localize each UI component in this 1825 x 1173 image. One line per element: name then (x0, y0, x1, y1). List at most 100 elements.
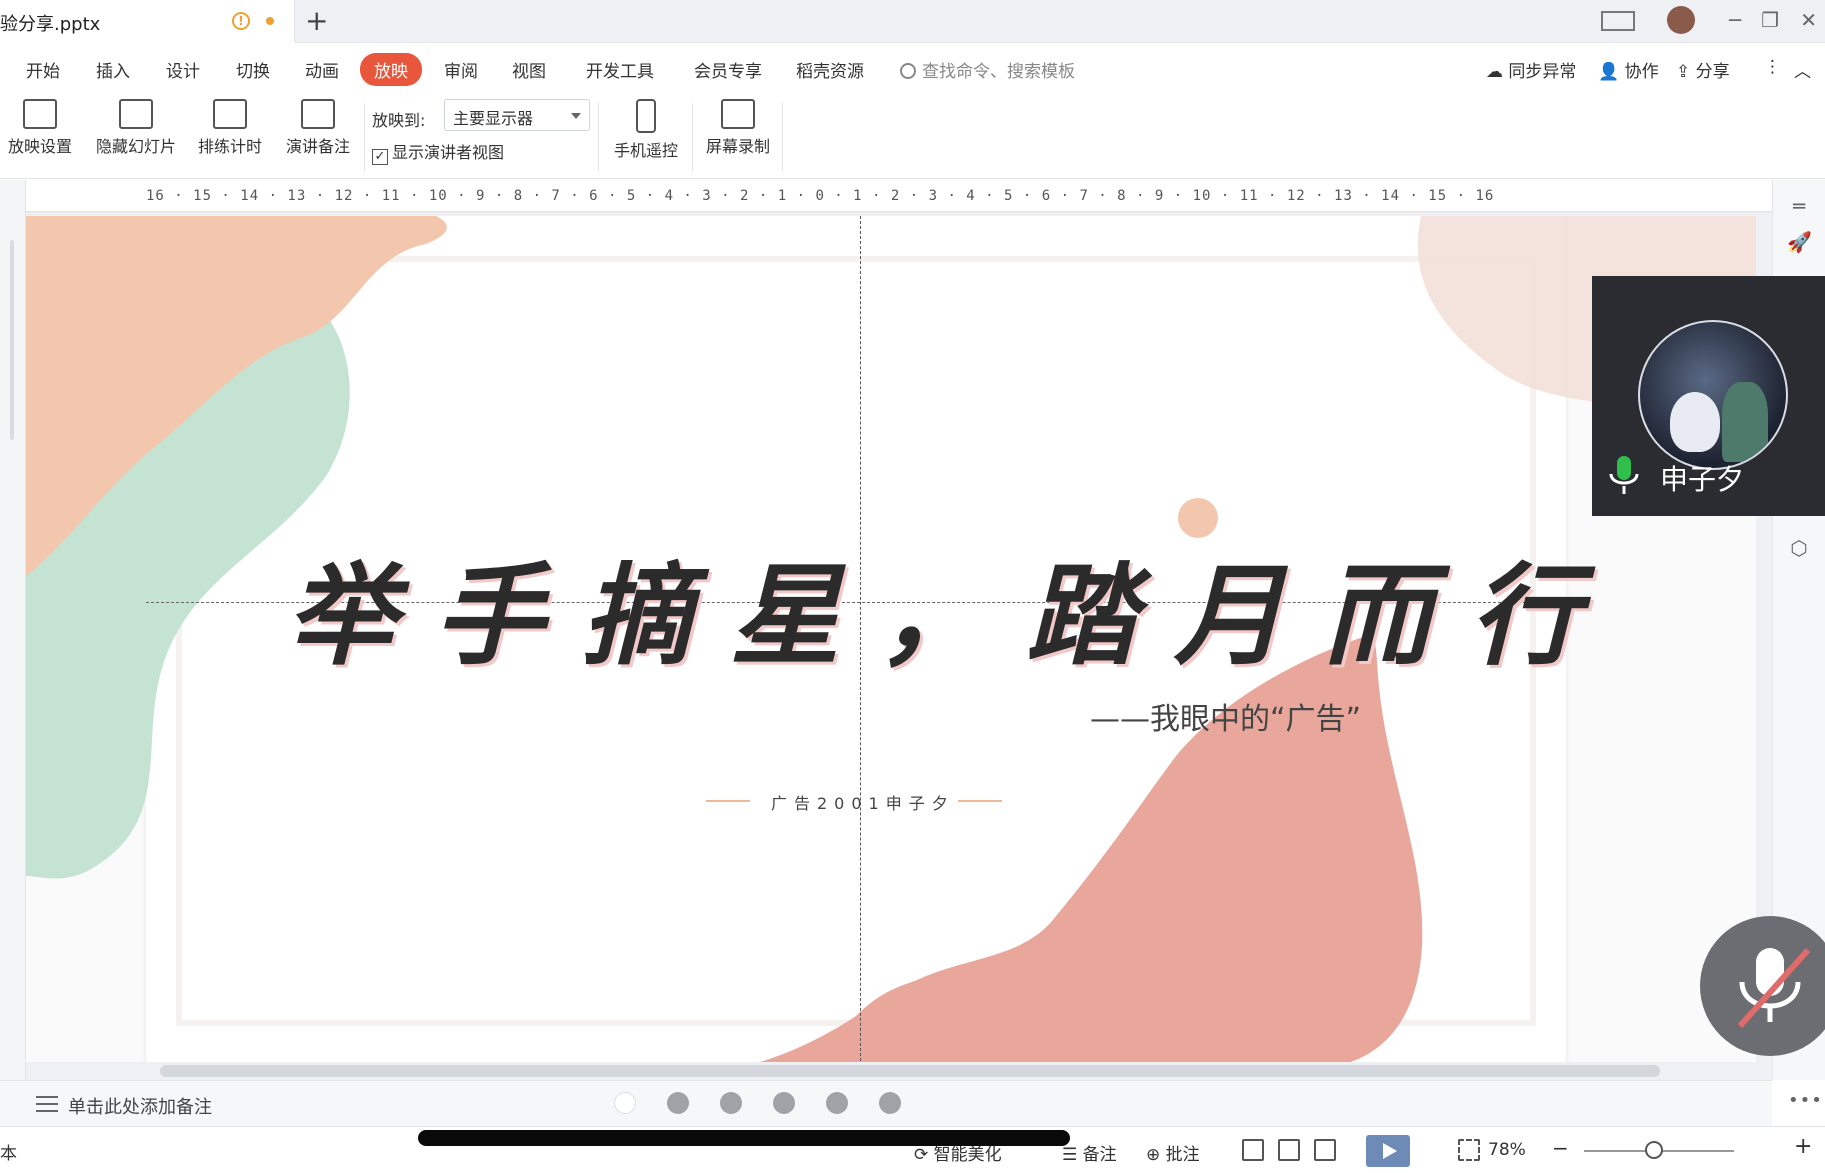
fit-window-icon[interactable] (1458, 1139, 1480, 1161)
horizontal-ruler: 16 · 15 · 14 · 13 · 12 · 11 · 10 · 9 · 8… (26, 180, 1772, 212)
page-dot-3[interactable] (720, 1092, 742, 1114)
phone-remote-button[interactable]: 手机遥控 (608, 99, 684, 161)
menu-review[interactable]: 审阅 (444, 57, 478, 82)
status-left-text: 本 (0, 1144, 17, 1164)
checkbox-checked-icon: ✓ (372, 149, 388, 165)
editing-canvas: 16 · 15 · 14 · 13 · 12 · 11 · 10 · 9 · 8… (0, 180, 1772, 1080)
layout-icon[interactable] (1601, 11, 1635, 31)
zoom-level[interactable]: 78% (1488, 1140, 1526, 1160)
cast-to-select[interactable]: 主要显示器 (444, 99, 590, 131)
slideshow-settings-button[interactable]: 放映设置 (0, 99, 80, 157)
credit-line-right (958, 800, 1002, 802)
menu-start[interactable]: 开始 (26, 57, 60, 82)
person-image (1722, 382, 1768, 462)
credit-line-left (706, 800, 750, 802)
share-button[interactable]: ⇪ 分享 (1676, 57, 1730, 82)
snowman-image (1670, 392, 1720, 452)
menu-bar: 开始 插入 设计 切换 动画 放映 审阅 视图 开发工具 会员专享 稻壳资源 查… (0, 43, 1825, 95)
slide-sorter-icon[interactable] (1278, 1139, 1300, 1161)
reading-view-icon[interactable] (1314, 1139, 1336, 1161)
menu-transitions[interactable]: 切换 (236, 57, 270, 82)
caller-name: 申子夕 (1660, 463, 1745, 496)
menu-insert[interactable]: 插入 (96, 57, 130, 82)
rehearse-timing-icon (213, 99, 247, 129)
ribbon-separator (782, 103, 783, 171)
ribbon-separator (692, 103, 693, 171)
caller-avatar (1638, 320, 1788, 470)
cast-to-label: 放映到: (372, 111, 426, 130)
document-title: 验分享.pptx (0, 14, 101, 35)
speaker-notes-icon (301, 99, 335, 129)
notes-icon (36, 1096, 58, 1112)
slideshow-settings-icon (23, 99, 57, 129)
menu-design[interactable]: 设计 (166, 57, 200, 82)
mute-microphone-button[interactable] (1700, 916, 1825, 1056)
speaker-notes-button[interactable]: 演讲备注 (280, 99, 356, 157)
zoom-in-button[interactable]: + (1794, 1134, 1812, 1159)
microphone-muted-icon (1737, 947, 1811, 1029)
ribbon-separator (598, 103, 599, 171)
rehearse-timing-button[interactable]: 排练计时 (190, 99, 270, 157)
normal-view-icon[interactable] (1242, 1139, 1264, 1161)
page-dot-1[interactable] (614, 1092, 636, 1114)
phone-remote-icon (636, 99, 656, 133)
play-slideshow-button[interactable] (1366, 1135, 1410, 1167)
search-icon (900, 63, 916, 79)
sync-status-button[interactable]: ☁ 同步异常 (1486, 57, 1576, 82)
tab-bar: 验分享.pptx ! + ─ ❐ ✕ (0, 0, 1825, 43)
screen-record-button[interactable]: 屏幕录制 (700, 99, 776, 157)
page-dot-6[interactable] (879, 1092, 901, 1114)
more-options-icon[interactable]: ••• (1788, 1090, 1823, 1111)
presenter-view-checkbox[interactable]: ✓ 显示演讲者视图 (372, 139, 504, 165)
chevron-down-icon (571, 113, 581, 119)
page-dot-5[interactable] (826, 1092, 848, 1114)
ruler-ticks: 16 · 15 · 14 · 13 · 12 · 11 · 10 · 9 · 8… (146, 188, 1495, 204)
menu-view[interactable]: 视图 (512, 57, 546, 82)
screen-record-icon (721, 99, 755, 129)
document-tab[interactable]: 验分享.pptx ! (0, 0, 295, 43)
unsaved-dot-icon (266, 17, 274, 25)
ribbon-separator (364, 103, 365, 171)
menu-slideshow[interactable]: 放映 (360, 53, 422, 86)
menu-member[interactable]: 会员专享 (694, 57, 762, 82)
zoom-slider-knob[interactable] (1645, 1141, 1663, 1159)
horizontal-scrollbar[interactable] (26, 1062, 1772, 1080)
collapse-ribbon-icon[interactable]: ︿ (1794, 57, 1811, 82)
more-menu-icon[interactable]: ⋮ (1764, 57, 1781, 77)
notes-toggle-button[interactable]: ☰ 备注 (1062, 1140, 1117, 1165)
horizontal-scroll-thumb[interactable] (160, 1065, 1660, 1077)
warning-icon[interactable]: ! (232, 12, 250, 30)
microphone-active-icon (1609, 456, 1639, 494)
current-slide[interactable]: 举手摘星，踏月而行 ——我眼中的“广告” 广告2001申子夕 (26, 216, 1756, 1066)
slide-subtitle[interactable]: ——我眼中的“广告” (1090, 694, 1361, 738)
hide-slide-icon (119, 99, 153, 129)
comments-button[interactable]: ⊕ 批注 (1146, 1140, 1200, 1165)
slide-title[interactable]: 举手摘星，踏月而行 (286, 526, 1618, 686)
video-call-overlay[interactable]: 申子夕 (1592, 276, 1825, 516)
rocket-icon[interactable]: 🚀 (1787, 230, 1812, 254)
thumbnail-pane-collapsed[interactable] (0, 180, 26, 1080)
slide-credit[interactable]: 广告2001申子夕 (771, 790, 955, 814)
home-indicator (418, 1130, 1070, 1146)
new-tab-button[interactable]: + (305, 6, 328, 36)
user-avatar[interactable] (1667, 6, 1695, 34)
menu-docer[interactable]: 稻壳资源 (796, 57, 864, 82)
ribbon-toolbar: 放映设置 隐藏幻灯片 排练计时 演讲备注 放映到: 主要显示器 ✓ 显示演讲者视图… (0, 95, 1825, 179)
page-dot-2[interactable] (667, 1092, 689, 1114)
search-placeholder: 查找命令、搜索模板 (922, 62, 1075, 82)
restore-button[interactable]: ❐ (1761, 8, 1779, 32)
page-dot-4[interactable] (773, 1092, 795, 1114)
shield-icon[interactable]: ⬡ (1787, 536, 1811, 560)
thumbnail-scrollbar[interactable] (10, 240, 14, 440)
zoom-out-button[interactable]: − (1552, 1136, 1569, 1160)
menu-developer[interactable]: 开发工具 (586, 57, 654, 82)
menu-animations[interactable]: 动画 (305, 57, 339, 82)
close-button[interactable]: ✕ (1800, 8, 1817, 32)
collaborate-button[interactable]: 👤 协作 (1598, 57, 1659, 82)
notes-placeholder[interactable]: 单击此处添加备注 (68, 1093, 212, 1119)
wps-presentation-window: 验分享.pptx ! + ─ ❐ ✕ 开始 插入 设计 切换 动画 放映 审阅 … (0, 0, 1825, 1173)
minimize-button[interactable]: ─ (1729, 8, 1741, 32)
panel-handle-icon[interactable]: ═ (1787, 194, 1811, 218)
command-search[interactable]: 查找命令、搜索模板 (900, 57, 1075, 82)
hide-slide-button[interactable]: 隐藏幻灯片 (92, 99, 180, 157)
